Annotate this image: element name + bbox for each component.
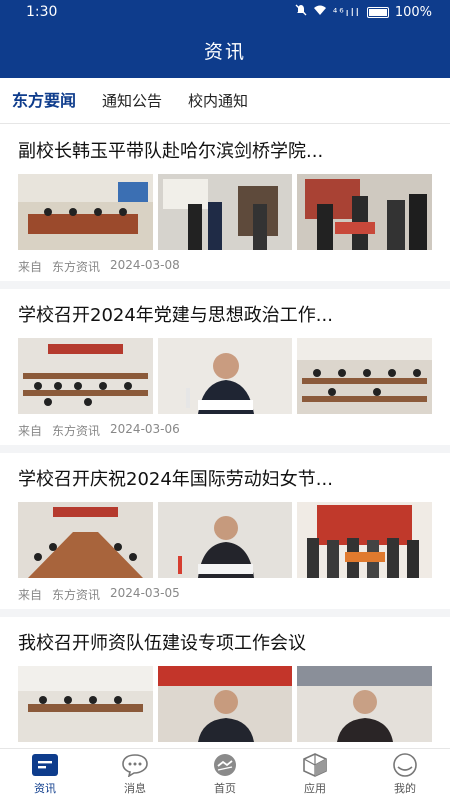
news-title[interactable]: 副校长韩玉平带队赴哈尔滨剑桥学院... <box>18 139 432 165</box>
tab-campus-notices[interactable]: 校内通知 <box>188 78 248 124</box>
news-meta: 来自 东方资讯 2024-03-08 <box>18 258 432 275</box>
news-source: 东方资讯 <box>52 588 101 602</box>
tab-announcements[interactable]: 通知公告 <box>102 78 162 124</box>
news-photo <box>297 666 433 742</box>
nav-label: 应用 <box>304 782 326 795</box>
news-icon <box>31 753 59 777</box>
news-photo <box>18 338 153 414</box>
news-date: 2024-03-08 <box>110 258 180 272</box>
nav-news[interactable]: 资讯 <box>0 749 90 800</box>
news-photo <box>157 502 293 578</box>
news-photo <box>157 338 293 414</box>
nav-label: 首页 <box>214 782 236 795</box>
nav-messages[interactable]: 消息 <box>90 749 180 800</box>
battery-icon <box>366 6 389 18</box>
nav-apps[interactable]: 应用 <box>270 749 360 800</box>
news-thumbnails <box>18 502 433 578</box>
nav-label: 我的 <box>394 782 416 795</box>
news-photo <box>18 174 153 250</box>
news-title[interactable]: 我校召开师资队伍建设专项工作会议 <box>18 631 432 657</box>
news-photo <box>297 502 433 578</box>
home-logo-icon <box>211 753 239 777</box>
nav-label: 消息 <box>124 782 146 795</box>
cube-icon <box>301 753 329 777</box>
status-right: ⁴⁶ıll 100% <box>295 4 432 20</box>
news-photo <box>18 502 153 578</box>
battery-level: 100% <box>394 4 432 20</box>
news-photo <box>157 174 293 250</box>
news-meta: 来自 东方资讯 2024-03-05 <box>18 586 432 603</box>
cell-signal-icon: ⁴⁶ıll <box>332 5 361 19</box>
status-bar: 1:30 ⁴⁶ıll 100% <box>0 0 450 26</box>
news-photo <box>157 666 293 742</box>
news-item[interactable]: 学校召开庆祝2024年国际劳动妇女节... 来自 东方资讯 2024-03-05 <box>0 453 450 617</box>
profile-icon <box>391 753 419 777</box>
news-thumbnails <box>18 338 433 414</box>
from-label: 来自 <box>18 588 43 602</box>
status-time: 1:30 <box>26 4 58 20</box>
page-title: 资讯 <box>0 26 450 78</box>
news-thumbnails <box>18 666 433 742</box>
news-photo <box>297 338 433 414</box>
from-label: 来自 <box>18 424 43 438</box>
nav-profile[interactable]: 我的 <box>360 749 450 800</box>
news-feed[interactable]: 副校长韩玉平带队赴哈尔滨剑桥学院... 来自 东方资讯 2024-03-08 学… <box>0 125 450 748</box>
news-thumbnails <box>18 174 433 250</box>
category-tabs: 东方要闻 通知公告 校内通知 <box>0 78 450 124</box>
news-photo <box>18 666 153 742</box>
news-date: 2024-03-05 <box>110 586 180 600</box>
news-photo <box>297 174 433 250</box>
news-meta: 来自 东方资讯 2024-03-06 <box>18 422 432 439</box>
news-item[interactable]: 副校长韩玉平带队赴哈尔滨剑桥学院... 来自 东方资讯 2024-03-08 <box>0 125 450 289</box>
nav-home[interactable]: 首页 <box>180 749 270 800</box>
from-label: 来自 <box>18 260 43 274</box>
tab-east-news[interactable]: 东方要闻 <box>12 78 76 124</box>
nav-label: 资讯 <box>34 782 56 795</box>
wifi-icon <box>313 5 327 20</box>
news-title[interactable]: 学校召开庆祝2024年国际劳动妇女节... <box>18 467 432 493</box>
chat-bubble-icon <box>121 753 149 777</box>
news-source: 东方资讯 <box>52 260 101 274</box>
news-title[interactable]: 学校召开2024年党建与思想政治工作... <box>18 303 432 329</box>
news-date: 2024-03-06 <box>110 422 180 436</box>
news-source: 东方资讯 <box>52 424 101 438</box>
news-item[interactable]: 我校召开师资队伍建设专项工作会议 <box>0 617 450 748</box>
mute-icon <box>295 4 307 20</box>
bottom-nav: 资讯 消息 首页 应用 我的 <box>0 748 450 800</box>
news-item[interactable]: 学校召开2024年党建与思想政治工作... 来自 东方资讯 2024-03-06 <box>0 289 450 453</box>
